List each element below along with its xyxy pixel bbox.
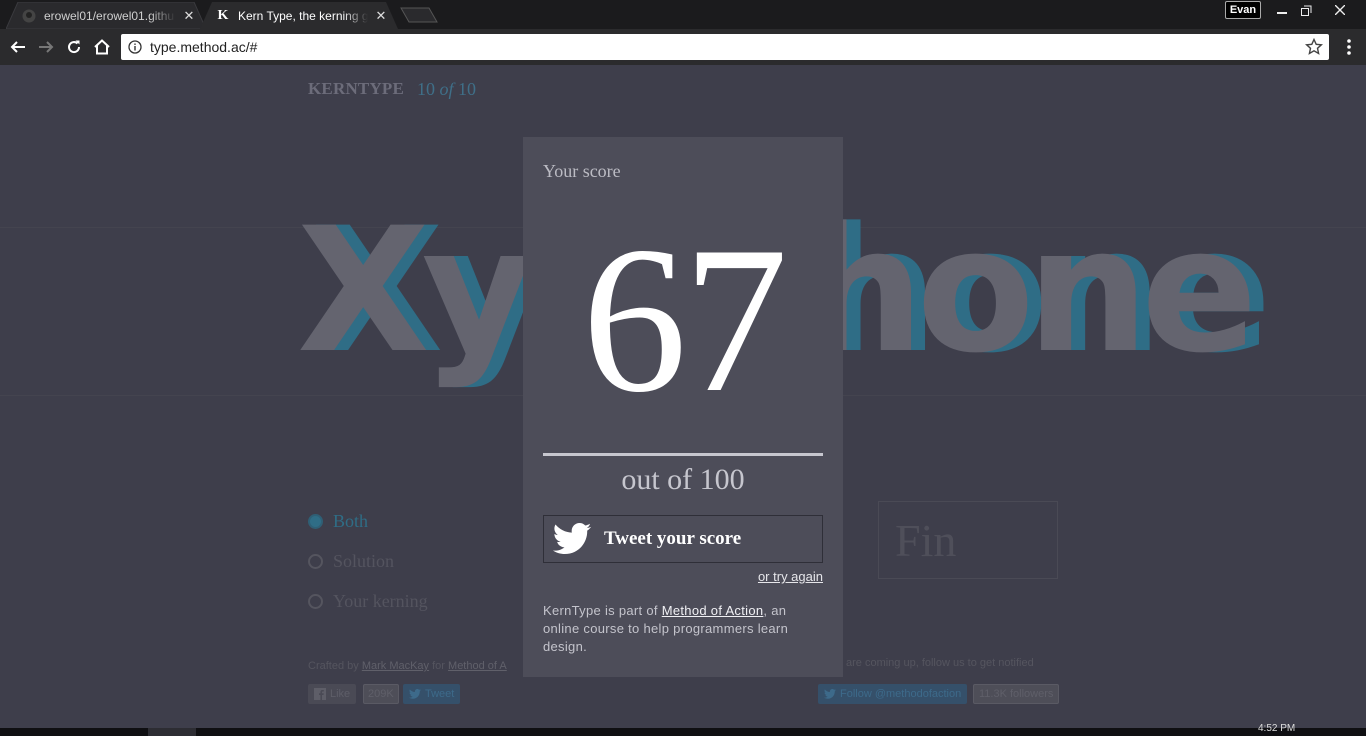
twitter-icon — [409, 689, 421, 699]
progress-current: 10 — [417, 79, 435, 99]
tab-title: erowel01/erowel01.githu — [44, 8, 175, 23]
option-solution[interactable]: Solution — [308, 541, 428, 581]
radio-icon[interactable] — [308, 513, 323, 529]
os-taskbar: 4:52 PM — [0, 723, 1366, 736]
tweet-label: Tweet — [425, 688, 455, 700]
profile-button[interactable]: Evan — [1225, 1, 1261, 19]
score-out-of: out of 100 — [621, 463, 745, 496]
progress-of: of — [439, 79, 454, 99]
follow-label: Follow @methodofaction — [840, 688, 962, 700]
kerntype-logo[interactable]: KERNTYPE — [308, 79, 404, 99]
tab-close-icon[interactable]: ✕ — [374, 8, 388, 23]
close-window-icon[interactable] — [1326, 0, 1354, 20]
browser-tab-kerntype[interactable]: K Kern Type, the kerning ga ✕ — [200, 2, 398, 29]
radio-icon[interactable] — [308, 593, 323, 609]
twitter-bird-icon — [552, 523, 592, 555]
back-arrow-icon[interactable] — [7, 36, 29, 58]
facebook-like-label: Like — [330, 688, 351, 700]
round-progress: 10 of 10 — [417, 79, 476, 100]
facebook-like-button[interactable]: Like — [308, 684, 357, 704]
score-divider — [543, 453, 823, 456]
forward-arrow-icon[interactable] — [35, 36, 57, 58]
taskbar-clock: 4:52 PM — [1258, 723, 1296, 734]
radio-icon[interactable] — [308, 553, 323, 569]
method-of-action-link[interactable]: Method of Action — [662, 603, 764, 618]
reload-icon[interactable] — [63, 36, 85, 58]
browser-toolbar: type.method.ac/# — [0, 29, 1366, 65]
twitter-follow-button[interactable]: Follow @methodofaction — [818, 684, 968, 704]
crafted-prefix: Crafted by — [308, 660, 359, 672]
word-letter[interactable]: X — [297, 190, 430, 391]
word-letter[interactable]: o — [916, 190, 1034, 391]
facebook-like-count: 209K — [363, 684, 399, 704]
about-prefix: KernType is part of — [543, 603, 658, 618]
tab-title: Kern Type, the kerning ga — [238, 8, 368, 23]
address-bar[interactable]: type.method.ac/# — [121, 34, 1329, 60]
try-again-link[interactable]: or try again — [758, 569, 823, 584]
bookmark-star-icon[interactable] — [1305, 38, 1323, 56]
option-label: Solution — [333, 550, 395, 571]
option-both[interactable]: Both — [308, 501, 428, 541]
about-text: KernType is part of Method of Action, an… — [543, 602, 813, 656]
fin-button[interactable]: Fin — [878, 501, 1058, 579]
twitter-follower-count: 11.3K followers — [973, 684, 1060, 704]
score-modal: Your score 67 out of 100 Tweet your scor… — [523, 137, 843, 677]
crafted-for: for — [432, 660, 445, 672]
browser-tab-bar: erowel01/erowel01.githu ✕ K Kern Type, t… — [0, 0, 1366, 29]
url-text: type.method.ac/# — [150, 39, 258, 55]
tweet-score-button[interactable]: Tweet your score — [543, 515, 823, 563]
crafted-by-text: Crafted by Mark MacKay for Method of A — [308, 660, 507, 672]
tab-close-icon[interactable]: ✕ — [182, 8, 196, 23]
taskbar-active-app[interactable] — [148, 728, 196, 736]
browser-menu-icon[interactable] — [1340, 37, 1358, 57]
browser-tab-github[interactable]: erowel01/erowel01.githu ✕ — [6, 2, 206, 29]
option-your-kerning[interactable]: Your kerning — [308, 581, 428, 621]
twitter-icon — [824, 689, 836, 699]
score-value: 67 — [582, 204, 788, 436]
view-options: Both Solution Your kerning — [308, 501, 428, 621]
new-tab-button[interactable] — [400, 6, 438, 24]
score-heading: Your score — [543, 161, 621, 181]
facebook-icon — [314, 688, 326, 700]
home-icon[interactable] — [91, 36, 113, 58]
info-icon[interactable] — [128, 40, 142, 54]
notify-text: are coming up, follow us to get notified — [846, 657, 1034, 669]
page-content: KERNTYPE 10 of 10 Xylophone Xylophone Bo… — [0, 65, 1366, 728]
word-letter[interactable]: n — [1027, 190, 1149, 391]
tweet-score-label: Tweet your score — [604, 528, 742, 549]
option-label: Your kerning — [333, 590, 428, 611]
word-letter[interactable]: y — [422, 190, 534, 391]
org-link[interactable]: Method of A — [448, 660, 507, 672]
option-label: Both — [333, 510, 369, 531]
tweet-button[interactable]: Tweet — [403, 684, 461, 704]
progress-total: 10 — [458, 79, 477, 99]
author-link[interactable]: Mark MacKay — [362, 660, 429, 672]
word-letter[interactable]: e — [1141, 190, 1258, 391]
kerntype-favicon-icon: K — [217, 7, 229, 23]
github-icon — [22, 9, 36, 23]
restore-icon[interactable] — [1292, 0, 1320, 20]
